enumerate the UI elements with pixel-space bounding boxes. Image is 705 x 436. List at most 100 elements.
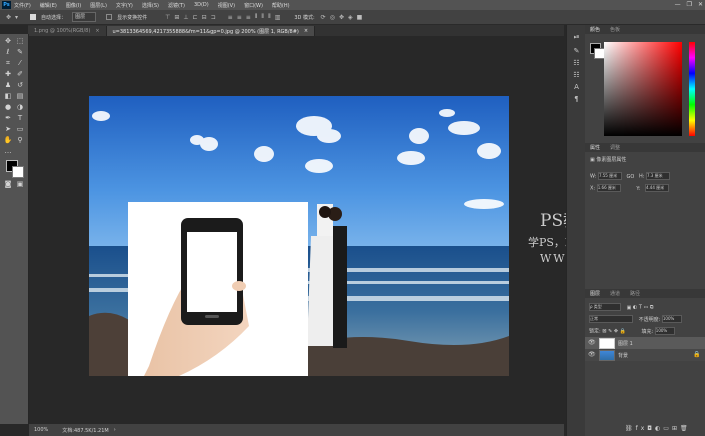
link-layers-icon[interactable]: ⛓ — [625, 425, 636, 432]
background-color-swatch[interactable] — [12, 166, 24, 178]
tab-document-1[interactable]: 1.png @ 100%(RGB/8) × — [28, 26, 107, 36]
close-tab-icon[interactable]: × — [95, 28, 99, 34]
quick-mask-icon[interactable]: ◙ — [3, 180, 13, 189]
layer-row-layer1[interactable]: 👁 图层 1 — [585, 337, 705, 349]
menu-filter[interactable]: 滤镜(T) — [168, 2, 185, 9]
tab-paths[interactable]: 路径 — [625, 290, 645, 297]
menu-window[interactable]: 窗口(W) — [244, 2, 263, 9]
align-right-icon[interactable]: ⊐ — [211, 14, 216, 21]
distribute-vcenter-icon[interactable]: ≡ — [237, 14, 242, 21]
menu-help[interactable]: 帮助(H) — [272, 2, 290, 9]
fill-field[interactable]: 100% — [654, 327, 675, 335]
layer-filter-dropdown[interactable]: ρ 类型 — [589, 303, 621, 311]
3d-pan-icon[interactable]: ✥ — [339, 14, 344, 21]
distribute-top-icon[interactable]: ≡ — [228, 14, 233, 21]
3d-scale-icon[interactable]: ■ — [357, 14, 363, 21]
healing-brush-tool-icon[interactable]: ✚ — [3, 70, 13, 79]
filter-adjustment-icon[interactable]: ◐ — [633, 305, 637, 311]
paragraph-panel-icon[interactable]: ¶ — [572, 95, 581, 104]
menu-view[interactable]: 视图(V) — [218, 2, 235, 9]
restore-button[interactable]: ❐ — [687, 1, 692, 8]
menu-image[interactable]: 图像(I) — [66, 2, 81, 9]
hand-tool-icon[interactable]: ✋ — [3, 136, 13, 145]
delete-layer-icon[interactable]: 🗑 — [680, 425, 691, 432]
adjustments-icon[interactable]: ☷ — [572, 59, 581, 68]
tab-layers[interactable]: 图层 — [585, 290, 605, 297]
lasso-tool-icon[interactable]: ℓ — [3, 48, 13, 57]
menu-type[interactable]: 文字(Y) — [116, 2, 133, 9]
add-mask-icon[interactable]: ◘ — [647, 425, 655, 432]
layer-row-background[interactable]: 👁 背景 🔒 — [585, 349, 705, 361]
lock-transparent-icon[interactable]: ⊠ — [602, 329, 606, 335]
tool-preset-dropdown-icon[interactable]: ▾ — [15, 14, 18, 21]
visibility-eye-icon[interactable]: 👁 — [588, 351, 596, 358]
styles-icon[interactable]: ☷ — [572, 71, 581, 80]
pen-tool-icon[interactable]: ✒ — [3, 114, 13, 123]
eyedropper-tool-icon[interactable]: ⁄ — [15, 59, 25, 68]
auto-select-checkbox[interactable] — [30, 14, 37, 20]
layer-name[interactable]: 图层 1 — [618, 340, 633, 347]
menu-layer[interactable]: 图层(L) — [90, 2, 107, 9]
filter-pixel-icon[interactable]: ▣ — [627, 305, 632, 311]
menu-file[interactable]: 文件(F) — [14, 2, 31, 9]
3d-slide-icon[interactable]: ◈ — [348, 14, 353, 21]
quick-select-tool-icon[interactable]: ✎ — [15, 48, 25, 57]
minimize-button[interactable]: — — [675, 1, 681, 8]
tab-swatches[interactable]: 色板 — [605, 26, 625, 33]
filter-smart-icon[interactable]: ⧉ — [650, 305, 654, 311]
document-canvas[interactable] — [89, 96, 509, 376]
status-arrow[interactable]: › — [114, 427, 116, 433]
lock-pixels-icon[interactable]: ✎ — [608, 329, 612, 335]
distribute-right-icon[interactable]: ⦀ — [268, 13, 271, 21]
layer-name[interactable]: 背景 — [618, 352, 628, 359]
color-picker-field[interactable] — [604, 42, 682, 136]
align-vcenter-icon[interactable]: ⊞ — [174, 14, 179, 21]
height-field[interactable]: 7.3 厘米 — [645, 172, 670, 180]
align-left-icon[interactable]: ⊏ — [193, 14, 198, 21]
zoom-tool-icon[interactable]: ⚲ — [15, 136, 25, 145]
filter-shape-icon[interactable]: ▭ — [644, 305, 649, 311]
move-tool-icon[interactable]: ✥ — [6, 14, 11, 21]
align-hcenter-icon[interactable]: ⊟ — [202, 14, 207, 21]
show-transform-checkbox[interactable] — [106, 14, 113, 20]
tab-properties[interactable]: 属性 — [585, 144, 605, 151]
move-tool-icon[interactable]: ✥ — [3, 37, 13, 46]
layer-style-icon[interactable]: fx — [636, 425, 648, 432]
hue-slider[interactable] — [689, 42, 695, 136]
lock-all-icon[interactable]: 🔒 — [620, 329, 626, 335]
auto-align-icon[interactable]: ▥ — [275, 14, 281, 21]
tab-channels[interactable]: 通道 — [605, 290, 625, 297]
distribute-left-icon[interactable]: ⦀ — [255, 13, 258, 21]
tab-color[interactable]: 颜色 — [585, 26, 605, 33]
screen-mode-icon[interactable]: ▣ — [15, 180, 25, 189]
opacity-field[interactable]: 100% — [661, 315, 682, 323]
align-bottom-icon[interactable]: ⊥ — [183, 14, 188, 21]
width-field[interactable]: 7.55 厘米 — [597, 172, 622, 180]
clone-stamp-tool-icon[interactable]: ♟ — [3, 81, 13, 90]
distribute-hcenter-icon[interactable]: ⦀ — [261, 13, 264, 21]
more-tools-icon[interactable]: … — [3, 147, 13, 156]
blur-tool-icon[interactable]: ● — [3, 103, 13, 112]
link-icon[interactable]: GO — [627, 174, 635, 180]
history-brush-tool-icon[interactable]: ↺ — [15, 81, 25, 90]
path-select-tool-icon[interactable]: ➤ — [3, 125, 13, 134]
close-window-button[interactable]: ✕ — [698, 1, 703, 8]
blend-mode-dropdown[interactable]: 正常 — [589, 315, 633, 323]
x-field[interactable]: 1.66 厘米 — [596, 184, 621, 192]
tab-adjustments[interactable]: 调整 — [605, 144, 625, 151]
marquee-tool-icon[interactable]: ⬚ — [15, 37, 25, 46]
menu-3d[interactable]: 3D(D) — [194, 2, 209, 8]
crop-tool-icon[interactable]: ⌗ — [3, 59, 13, 68]
new-layer-icon[interactable]: ⊞ — [672, 425, 680, 432]
eraser-tool-icon[interactable]: ◧ — [3, 92, 13, 101]
type-tool-icon[interactable]: T — [15, 114, 25, 123]
zoom-level[interactable]: 100% — [34, 427, 48, 433]
history-panel-icon[interactable]: ⏯ — [572, 33, 581, 42]
auto-select-dropdown[interactable]: 图层 — [72, 12, 97, 22]
menu-select[interactable]: 选择(S) — [142, 2, 159, 9]
group-icon[interactable]: ▭ — [663, 425, 672, 432]
align-top-icon[interactable]: ⊤ — [165, 14, 170, 21]
shape-tool-icon[interactable]: ▭ — [15, 125, 25, 134]
3d-orbit-icon[interactable]: ⟳ — [321, 14, 326, 21]
distribute-bottom-icon[interactable]: ≡ — [246, 14, 251, 21]
